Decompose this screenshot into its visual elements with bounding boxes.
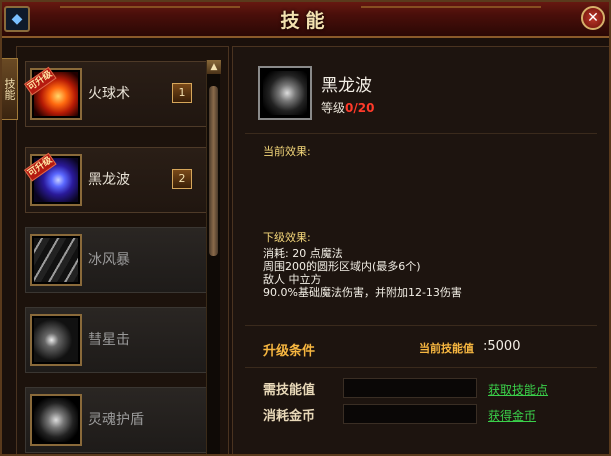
upgrade-conditions-title: 升级条件 [263,344,316,359]
window-title: 技能 [280,10,331,32]
skill-name: 火球术 [88,86,130,102]
required-points-label: 需技能值 [263,383,316,398]
skill-window: ◆ 技能 ✕ 可升级 火球术 1 可升级 黑龙波 2 冰风暴 彗星击 灵魂护盾 [0,0,611,456]
comet-strike-icon [30,314,82,366]
soul-shield-icon [30,394,82,446]
tab-skills[interactable]: 技能 [0,58,18,120]
close-icon: ✕ [587,10,599,26]
gold-cost-field [343,404,477,424]
level-value: 0/20 [345,101,375,115]
skill-detail-panel: 黑龙波 等级0/20 当前效果: 下级效果: 消耗: 20 点魔法 周围200的… [232,46,611,456]
skill-name: 冰风暴 [88,252,130,268]
ice-storm-icon [30,234,82,286]
skill-level-badge: 1 [172,83,192,103]
next-effect-line: 90.0%基础魔法伤害，并附加12-13伤害 [263,286,462,299]
skill-item-ice-storm[interactable]: 冰风暴 [25,227,215,293]
skill-item-fireball[interactable]: 可升级 火球术 1 [24,61,215,127]
skill-list-scrollbar[interactable]: ▲ [206,60,221,456]
detail-skill-level: 等级0/20 [321,99,374,116]
skill-name: 灵魂护盾 [88,412,144,428]
skill-name: 黑龙波 [88,172,130,188]
next-effect-label: 下级效果: [263,231,311,244]
skill-list-panel: 可升级 火球术 1 可升级 黑龙波 2 冰风暴 彗星击 灵魂护盾 [16,46,229,456]
detail-skill-name: 黑龙波 [321,76,372,96]
divider [245,133,597,134]
skill-name: 彗星击 [88,332,130,348]
required-points-field [343,378,477,398]
skill-item-comet-strike[interactable]: 彗星击 [25,307,215,373]
scroll-up-button[interactable]: ▲ [207,60,221,74]
skill-level-badge: 2 [172,169,192,189]
title-bar: ◆ 技能 ✕ [0,0,611,38]
get-gold-link[interactable]: 获得金币 [488,407,536,424]
skill-item-black-dragon-wave[interactable]: 可升级 黑龙波 2 [24,147,215,213]
divider [245,325,597,326]
divider [245,367,597,368]
skill-item-soul-shield[interactable]: 灵魂护盾 [25,387,215,453]
scroll-thumb[interactable] [209,86,218,256]
current-skill-points-label: 当前技能值 [419,342,474,355]
level-label: 等级 [321,101,346,115]
get-skill-points-link[interactable]: 获取技能点 [488,381,548,398]
current-skill-points-value: :5000 [483,339,521,354]
black-dragon-wave-icon [258,66,312,120]
close-button[interactable]: ✕ [581,6,605,30]
current-effect-label: 当前效果: [263,145,311,158]
gold-cost-label: 消耗金币 [263,409,316,424]
